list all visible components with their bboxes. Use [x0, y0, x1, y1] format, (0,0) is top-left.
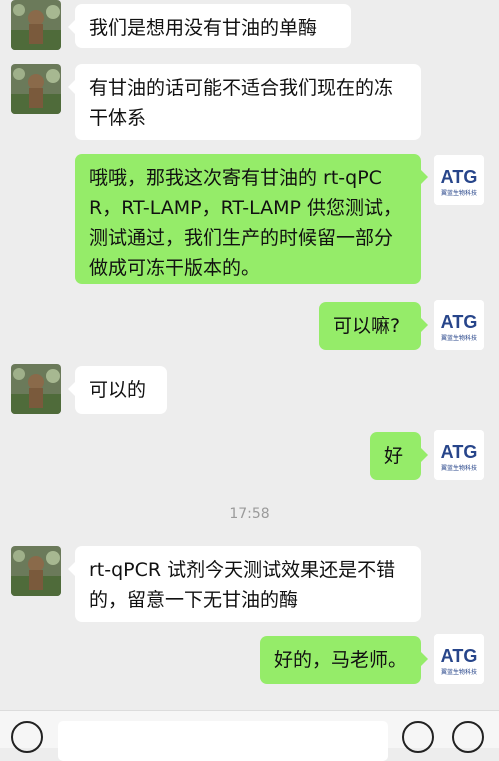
message-text: 有甘油的话可能不适合我们现在的冻干体系: [89, 77, 394, 129]
self-avatar[interactable]: ATG 翼蓝生物科技: [434, 634, 484, 684]
message-bubble[interactable]: 好: [370, 432, 428, 480]
logo-text: ATG: [441, 312, 478, 332]
self-avatar[interactable]: ATG 翼蓝生物科技: [434, 300, 484, 350]
logo-text: ATG: [441, 442, 478, 462]
logo-subtext: 翼蓝生物科技: [441, 189, 477, 197]
plus-icon[interactable]: [452, 721, 484, 753]
logo-text: ATG: [441, 646, 478, 666]
contact-avatar[interactable]: [11, 64, 61, 114]
logo-subtext: 翼蓝生物科技: [441, 464, 477, 472]
contact-avatar[interactable]: [11, 546, 61, 596]
message-bubble[interactable]: 可以嘛?: [319, 302, 428, 350]
message-input[interactable]: [58, 721, 388, 761]
message-bubble[interactable]: 可以的: [68, 366, 167, 414]
emoji-icon[interactable]: [402, 721, 434, 753]
logo-subtext: 翼蓝生物科技: [441, 334, 477, 342]
logo-subtext: 翼蓝生物科技: [441, 668, 477, 676]
voice-icon[interactable]: [11, 721, 43, 753]
message-bubble[interactable]: 哦哦，那我这次寄有甘油的 rt-qPCR，RT-LAMP，RT-LAMP 供您测…: [75, 154, 428, 284]
message-bubble[interactable]: rt-qPCR 试剂今天测试效果还是不错的，留意一下无甘油的酶: [68, 546, 421, 622]
input-bar: [0, 710, 499, 761]
message-text: 哦哦，那我这次寄有甘油的 rt-qPCR，RT-LAMP，RT-LAMP 供您测…: [89, 167, 403, 279]
contact-avatar[interactable]: [11, 0, 61, 50]
timestamp: 17:58: [229, 506, 270, 522]
message-text: 我们是想用没有甘油的单酶: [89, 17, 318, 39]
message-text: rt-qPCR 试剂今天测试效果还是不错的，留意一下无甘油的酶: [89, 559, 396, 611]
message-text: 好: [384, 445, 404, 467]
message-bubble[interactable]: 有甘油的话可能不适合我们现在的冻干体系: [68, 64, 421, 140]
message-bubble[interactable]: 好的，马老师。: [260, 636, 428, 684]
logo-text: ATG: [441, 167, 478, 187]
message-text: 可以的: [89, 379, 147, 401]
message-bubble[interactable]: 我们是想用没有甘油的单酶: [68, 4, 351, 48]
self-avatar[interactable]: ATG 翼蓝生物科技: [434, 430, 484, 480]
contact-avatar[interactable]: [11, 364, 61, 414]
message-text: 可以嘛?: [333, 315, 401, 337]
message-text: 好的，马老师。: [274, 649, 408, 671]
self-avatar[interactable]: ATG 翼蓝生物科技: [434, 155, 484, 205]
